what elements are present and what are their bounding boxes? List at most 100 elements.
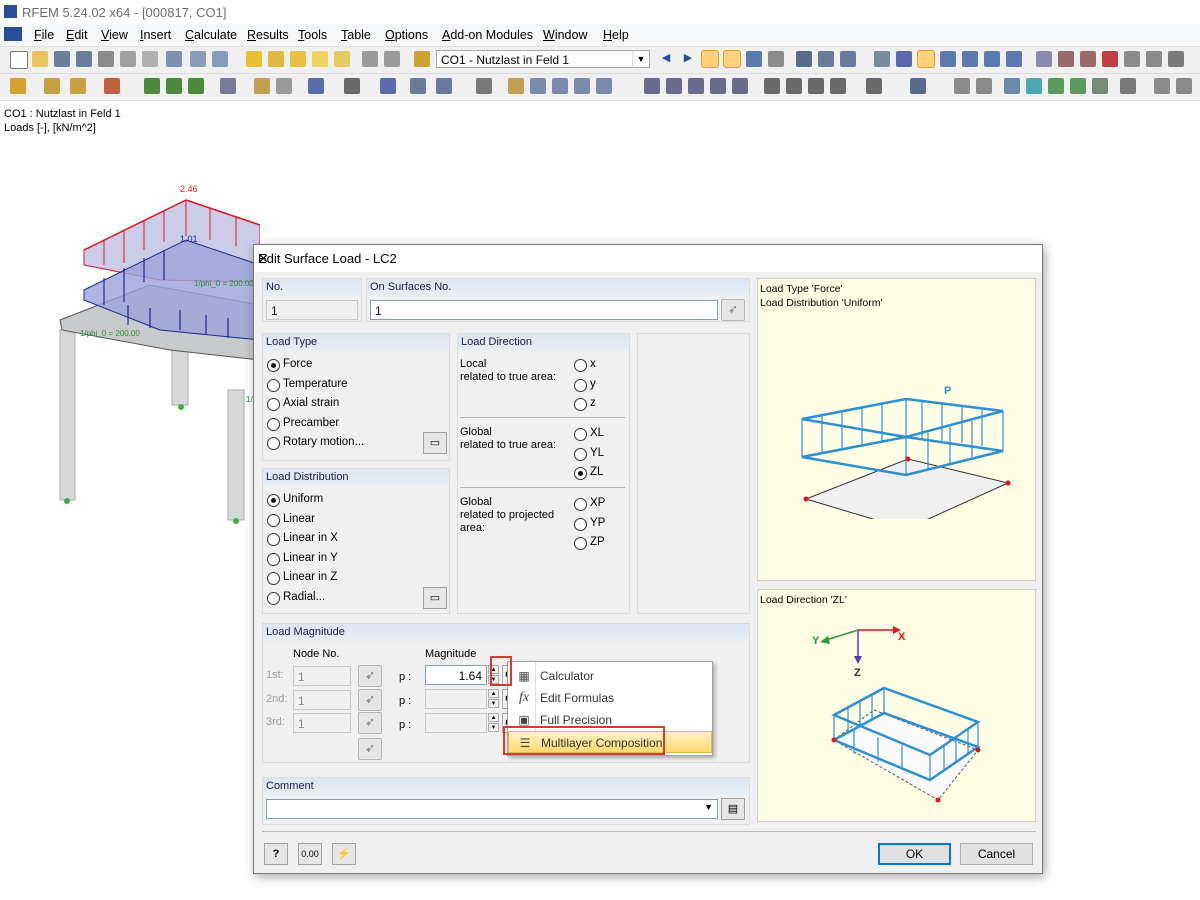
clipping-icon[interactable] [344,78,360,94]
menu-results[interactable]: Results [247,28,289,42]
view-y-icon[interactable] [786,78,802,94]
distribution-linear-z-radio[interactable] [267,572,280,585]
line-load-icon[interactable] [552,78,568,94]
load-type-precamber-radio[interactable] [267,418,280,431]
deformation-icon[interactable] [796,51,812,67]
pick-node-2nd-button[interactable] [358,689,382,711]
zoom-icon[interactable] [644,78,660,94]
menu-tools[interactable]: Tools [298,28,327,42]
magnitude-2nd-input[interactable] [425,689,487,709]
direction-z-radio[interactable] [574,398,587,411]
cancel-button[interactable]: Cancel [960,843,1033,865]
comment-input[interactable]: ▼ [266,799,718,819]
previous-arrow-icon[interactable]: ◀ [658,51,674,67]
save-icon[interactable] [54,51,70,67]
print-preview-icon[interactable] [120,51,136,67]
wireframe-icon[interactable] [940,51,956,67]
hinge-icon[interactable] [1146,51,1162,67]
load-wizard-icon[interactable]: ⚡ [332,843,356,865]
loads-panel-icon[interactable] [917,50,935,68]
pick-surface-button[interactable] [721,299,745,321]
view-z-icon[interactable] [808,78,824,94]
load-type-rotary-motion-radio[interactable] [267,437,280,450]
new-file-icon[interactable] [10,51,28,69]
visibility-icon[interactable] [436,78,452,94]
pencil-icon[interactable] [246,51,262,67]
magnitude-3rd-input[interactable] [425,713,487,733]
undo-icon[interactable] [190,51,206,67]
help-icon[interactable]: ? [264,843,288,865]
layers-icon[interactable] [1120,78,1136,94]
move-icon[interactable] [476,78,492,94]
show-loads-icon[interactable] [701,50,719,68]
material-icon[interactable] [1048,78,1064,94]
direction-xp-radio[interactable] [574,498,587,511]
menu-edit[interactable]: Edit [66,28,88,42]
section-icon[interactable] [308,78,324,94]
support-reactions-icon[interactable] [840,51,856,67]
pick-node-1st-button[interactable] [358,665,382,687]
select-icon[interactable] [312,51,328,67]
save-all-icon[interactable] [76,51,92,67]
no-field[interactable]: 1 [266,300,358,320]
view-x-icon[interactable] [764,78,780,94]
menu-addon-modules[interactable]: Add-on Modules [442,28,533,42]
edit-icon[interactable] [1154,78,1170,94]
member-results-icon[interactable] [818,51,834,67]
menu-table[interactable]: Table [341,28,371,42]
magnitude-1st-input[interactable]: 1.64 [425,665,487,685]
node-1st-select[interactable]: 1 [293,666,351,686]
model-viewport[interactable]: 2.46 1.01 1/phi_0 = 200.00 1/phi_0 = 200… [0,170,260,530]
solid-model-icon[interactable] [962,51,978,67]
load-type-axial-strain-radio[interactable] [267,398,280,411]
zoom-all-icon[interactable] [688,78,704,94]
new-solid-icon[interactable] [188,78,204,94]
new-load-icon[interactable] [220,78,236,94]
grid-icon[interactable] [954,78,970,94]
app-menu-icon[interactable] [4,27,22,41]
direction-zp-radio[interactable] [574,537,587,550]
node-3rd-select[interactable]: 1 [293,713,351,733]
node-load-icon[interactable] [508,78,524,94]
pick-nodes-button[interactable] [358,738,382,760]
direction-y-radio[interactable] [574,379,587,392]
show-load-values-icon[interactable] [723,50,741,68]
color-icon[interactable] [1026,78,1042,94]
units-decimals-icon[interactable]: 0.00 [298,843,322,865]
dimension-icon[interactable] [254,78,270,94]
menu-calculate[interactable]: Calculate [185,28,237,42]
menu-window[interactable]: Window [543,28,587,42]
3d-view-icon[interactable] [732,78,748,94]
comment-library-icon[interactable]: ▤ [721,798,745,820]
menu-item-edit-formulas[interactable]: fx Edit Formulas [508,687,712,709]
guide-line-icon[interactable] [276,78,292,94]
new-line-icon[interactable] [44,78,60,94]
new-member-icon[interactable] [70,78,86,94]
cross-section-icon[interactable] [1070,78,1086,94]
sync-icon[interactable] [166,51,182,67]
measure-icon[interactable] [1004,78,1020,94]
settings-icon[interactable] [1168,51,1184,67]
menu-view[interactable]: View [101,28,128,42]
search-icon[interactable] [268,51,284,67]
delete-icon[interactable] [1102,51,1118,67]
surface-load-icon[interactable] [574,78,590,94]
node-2nd-select[interactable]: 1 [293,690,351,710]
release-icon[interactable] [1124,51,1140,67]
direction-yl-radio[interactable] [574,448,587,461]
mesh-icon[interactable] [896,51,912,67]
iso-view-icon[interactable] [710,78,726,94]
zoom-window-icon[interactable] [666,78,682,94]
transparent-icon[interactable] [984,51,1000,67]
distribution-linear-radio[interactable] [267,514,280,527]
open-folder-icon[interactable] [32,51,48,67]
axis-icon[interactable] [1080,51,1096,67]
node-icon[interactable] [1036,51,1052,67]
rotate-icon[interactable] [1058,51,1074,67]
load-combination-select[interactable]: CO1 - Nutzlast in Feld 1 ▼ [436,50,650,68]
new-surface-icon[interactable] [144,78,160,94]
display-icon[interactable] [866,78,882,94]
target-icon[interactable] [290,51,306,67]
surfaces-field[interactable]: 1 [370,300,718,320]
distribution-uniform-radio[interactable] [267,494,280,507]
